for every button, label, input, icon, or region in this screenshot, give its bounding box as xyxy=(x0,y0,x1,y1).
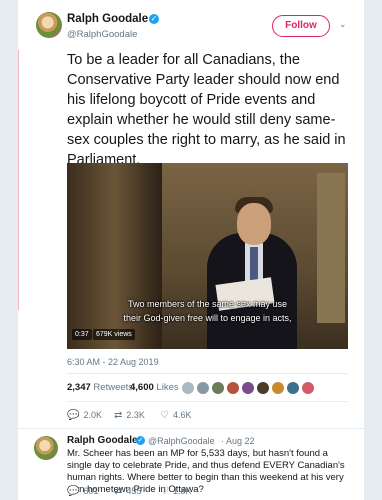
heart-icon: ♡ xyxy=(160,410,169,421)
liker-avatar[interactable] xyxy=(182,382,194,394)
reply-retweet-count: 455 xyxy=(126,486,142,496)
reply-icon: 💬 xyxy=(67,486,80,497)
liker-avatar[interactable] xyxy=(197,382,209,394)
reply-retweet-button[interactable]: ⇄ 455 xyxy=(114,486,141,497)
author-name[interactable]: Ralph Goodale xyxy=(67,13,148,25)
likes-stat[interactable]: 4,600 Likes xyxy=(130,382,179,393)
retweet-icon: ⇄ xyxy=(114,486,123,497)
tweet-text: To be a leader for all Canadians, the Co… xyxy=(67,52,346,168)
author-avatar[interactable] xyxy=(36,12,62,38)
video-duration: 0:37 xyxy=(72,329,92,340)
reply-text: Mr. Scheer has been an MP for 5,533 days… xyxy=(67,448,345,495)
reply-like-count: 1.8K xyxy=(172,486,192,496)
liker-avatar[interactable] xyxy=(272,382,284,394)
divider xyxy=(67,401,348,402)
retweet-button[interactable]: ⇄ 2.3K xyxy=(114,410,145,421)
reply-author-avatar[interactable] xyxy=(34,436,58,460)
divider xyxy=(18,428,364,429)
video-subtitle-line2: their God-given free will to engage in a… xyxy=(123,313,292,323)
reply-author-name[interactable]: Ralph Goodale xyxy=(67,435,138,446)
like-count: 4.6K xyxy=(172,410,192,420)
reply-reply-button[interactable]: 💬 601 xyxy=(67,486,98,497)
chevron-down-icon[interactable]: ⌄ xyxy=(339,19,347,29)
thread-line xyxy=(18,50,19,310)
tweet-timestamp[interactable]: 6:30 AM - 22 Aug 2019 xyxy=(67,357,159,367)
reply-count: 2.0K xyxy=(83,410,102,420)
video-player[interactable]: Two members of the same sex may use thei… xyxy=(67,163,348,349)
liker-avatar[interactable] xyxy=(212,382,224,394)
liker-avatar[interactable] xyxy=(227,382,239,394)
retweets-label: Retweets xyxy=(93,382,134,393)
heart-icon: ♡ xyxy=(160,486,169,497)
retweets-stat[interactable]: 2,347 Retweets xyxy=(67,382,133,393)
reply-author-handle[interactable]: @RalphGoodale xyxy=(148,436,215,446)
like-button[interactable]: ♡ 4.6K xyxy=(160,410,191,421)
verified-badge-icon: ✓ xyxy=(149,14,159,24)
liker-avatar[interactable] xyxy=(287,382,299,394)
divider xyxy=(67,373,348,374)
reply-icon: 💬 xyxy=(67,410,80,421)
reply-reply-count: 601 xyxy=(83,486,99,496)
retweets-count: 2,347 xyxy=(67,382,91,393)
likes-label: Likes xyxy=(156,382,179,393)
author-handle[interactable]: @RalphGoodale xyxy=(67,29,137,40)
reply-button[interactable]: 💬 2.0K xyxy=(67,410,102,421)
video-speaker-head xyxy=(237,203,271,245)
verified-badge-icon: ✓ xyxy=(136,436,145,445)
liker-avatar[interactable] xyxy=(242,382,254,394)
liker-avatar[interactable] xyxy=(257,382,269,394)
retweet-count: 2.3K xyxy=(126,410,145,420)
liker-avatar[interactable] xyxy=(302,382,314,394)
video-views: 679K views xyxy=(93,329,135,340)
retweet-icon: ⇄ xyxy=(114,410,123,421)
reply-like-button[interactable]: ♡ 1.8K xyxy=(160,486,191,497)
follow-button[interactable]: Follow xyxy=(272,15,330,37)
video-subtitle-line1: Two members of the same sex may use xyxy=(127,299,288,309)
likes-count: 4,600 xyxy=(130,382,154,393)
reply-date[interactable]: · Aug 22 xyxy=(221,436,255,446)
